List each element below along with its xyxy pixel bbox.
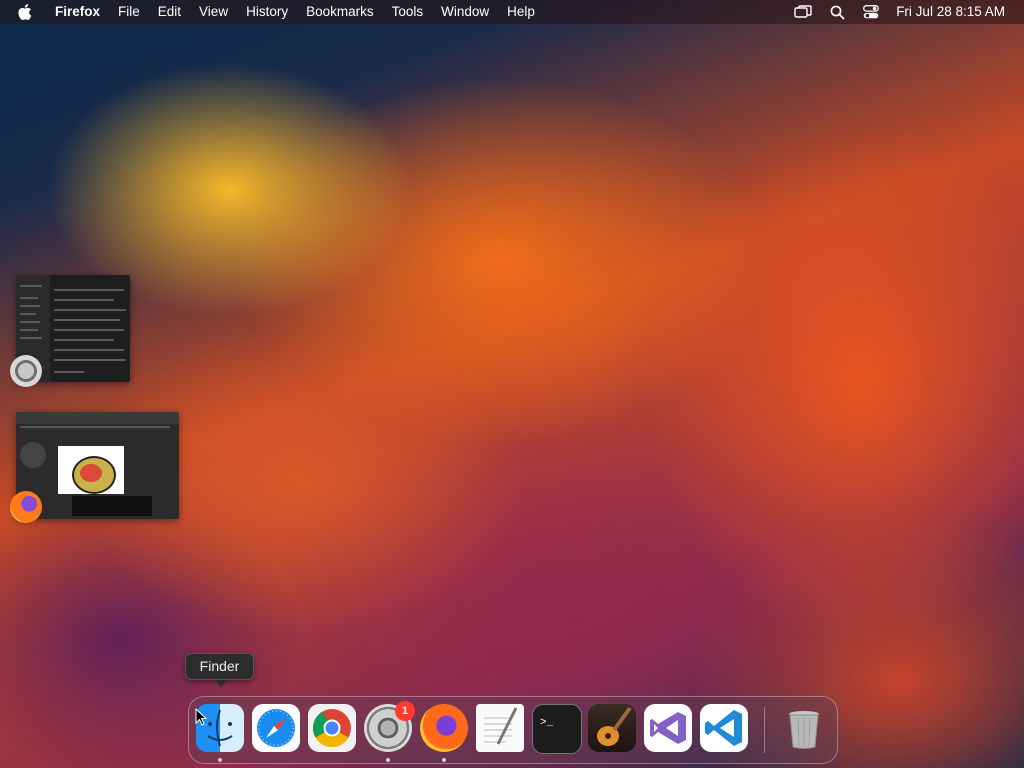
running-indicator-system-settings (386, 758, 390, 762)
trash-icon[interactable] (780, 704, 828, 752)
svg-text:>_: >_ (540, 717, 554, 729)
menu-help[interactable]: Help (498, 0, 544, 24)
menu-tools[interactable]: Tools (383, 0, 433, 24)
terminal-icon[interactable]: >_ (532, 704, 582, 754)
running-indicator-firefox (442, 758, 446, 762)
menu-window[interactable]: Window (432, 0, 498, 24)
textedit-icon[interactable] (476, 704, 524, 752)
dock-tooltip: Finder (185, 653, 254, 687)
menu-bar: Firefox File Edit View History Bookmarks… (0, 0, 1024, 24)
firefox-icon[interactable] (420, 704, 468, 752)
screen-mirroring-icon[interactable] (786, 0, 820, 24)
menu-edit[interactable]: Edit (149, 0, 190, 24)
menu-history[interactable]: History (237, 0, 297, 24)
running-indicator-finder (218, 758, 222, 762)
mouse-pointer-icon (195, 707, 208, 731)
desktop-wallpaper: Firefox File Edit View History Bookmarks… (0, 0, 1024, 768)
menu-view[interactable]: View (190, 0, 237, 24)
spotlight-search-icon[interactable] (820, 0, 854, 24)
menu-bookmarks[interactable]: Bookmarks (297, 0, 383, 24)
control-center-icon[interactable] (854, 0, 888, 24)
chrome-icon[interactable] (308, 704, 356, 752)
menu-bar-status-area: Fri Jul 28 8:15 AM (786, 0, 1024, 24)
system-settings-icon (10, 355, 42, 387)
menu-bar-clock[interactable]: Fri Jul 28 8:15 AM (888, 0, 1024, 24)
firefox-icon (10, 491, 42, 523)
dock: 1 >_ (188, 696, 838, 764)
dock-separator (764, 707, 765, 753)
notification-badge: 1 (395, 701, 415, 721)
menu-file[interactable]: File (109, 0, 149, 24)
garageband-icon[interactable] (588, 704, 636, 752)
apple-menu-icon[interactable] (0, 0, 46, 24)
menu-app-name[interactable]: Firefox (46, 0, 109, 24)
safari-icon[interactable] (252, 704, 300, 752)
visual-studio-icon[interactable] (644, 704, 692, 752)
vscode-icon[interactable] (700, 704, 748, 752)
